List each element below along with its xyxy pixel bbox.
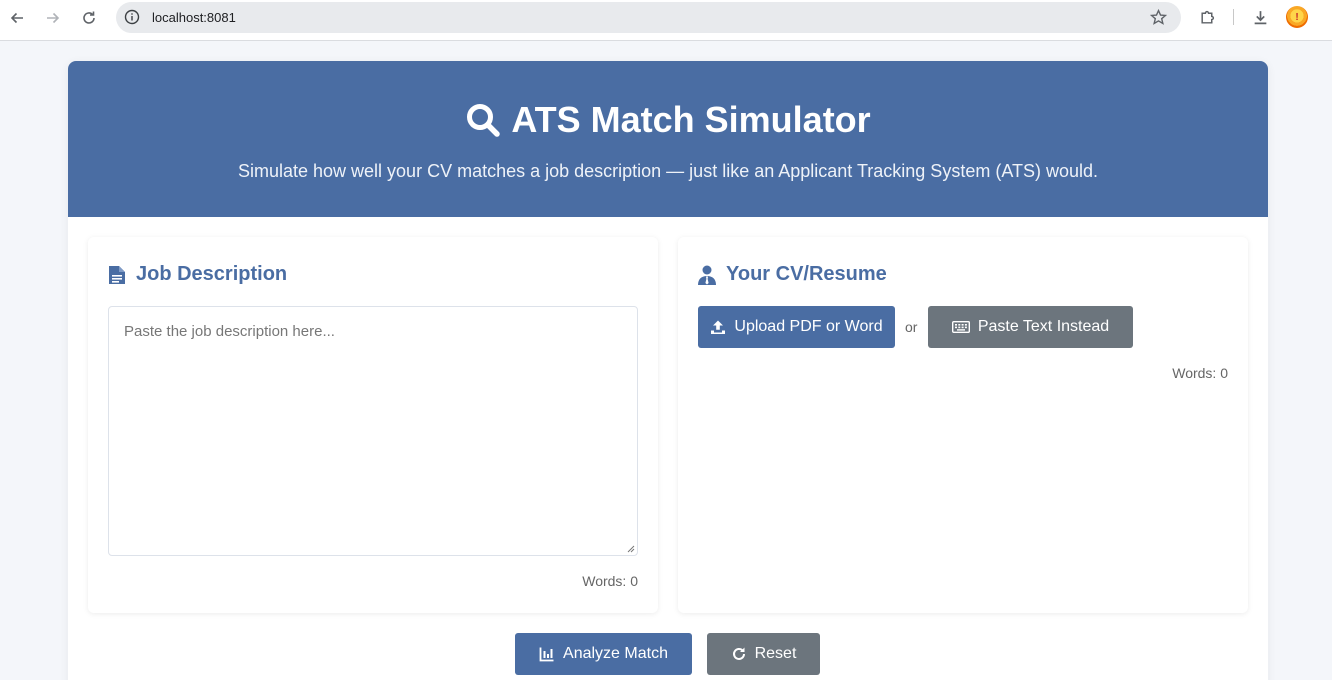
user-tie-icon <box>698 265 716 285</box>
or-separator: or <box>905 319 918 335</box>
url-text[interactable]: localhost:8081 <box>152 10 236 25</box>
cv-heading: Your CV/Resume <box>698 263 887 286</box>
reset-label: Reset <box>754 645 797 662</box>
back-button[interactable] <box>6 7 28 29</box>
toolbar-divider <box>1233 9 1234 25</box>
keyboard-icon <box>951 321 970 333</box>
cv-panel: Your CV/Resume Upload PDF or Word or Pas… <box>678 237 1248 613</box>
document-icon <box>109 265 125 284</box>
app-card: ATS Match Simulator Simulate how well yo… <box>68 61 1268 680</box>
download-icon <box>1254 10 1266 24</box>
reset-button[interactable]: Reset <box>707 633 820 675</box>
job-description-textarea[interactable] <box>108 306 638 556</box>
downloads-button[interactable] <box>1250 7 1270 27</box>
page-title-text: ATS Match Simulator <box>511 99 871 140</box>
resize-handle-icon[interactable] <box>627 545 635 553</box>
cv-word-count: Words: 0 <box>1172 365 1228 381</box>
cv-heading-text: Your CV/Resume <box>726 263 887 285</box>
paste-text-label: Paste Text Instead <box>977 318 1110 335</box>
job-description-heading: Job Description <box>108 263 287 286</box>
arrow-right-icon <box>47 12 60 24</box>
puzzle-icon <box>1200 10 1214 24</box>
page-subtitle: Simulate how well your CV matches a job … <box>237 161 1099 181</box>
job-description-panel: Job Description Words: 0 <box>88 237 658 613</box>
info-icon[interactable] <box>124 9 140 25</box>
upload-cv-label: Upload PDF or Word <box>734 318 883 335</box>
job-description-heading-text: Job Description <box>136 263 288 285</box>
upload-cv-button[interactable]: Upload PDF or Word <box>698 306 895 348</box>
job-description-word-count: Words: 0 <box>582 573 638 589</box>
profile-avatar[interactable]: ! <box>1286 6 1308 28</box>
upload-icon <box>711 320 726 334</box>
extensions-button[interactable] <box>1197 7 1217 27</box>
reload-button[interactable] <box>78 7 100 29</box>
reload-icon <box>83 11 95 24</box>
analyze-match-label: Analyze Match <box>563 645 668 662</box>
redo-icon <box>732 647 745 660</box>
analyze-match-button[interactable]: Analyze Match <box>515 633 692 675</box>
paste-text-button[interactable]: Paste Text Instead <box>928 306 1133 348</box>
page-title: ATS Match Simulator <box>68 99 1268 141</box>
chart-icon <box>539 647 554 662</box>
profile-initial: ! <box>1295 11 1299 23</box>
browser-toolbar: localhost:8081 ! <box>0 0 1332 41</box>
address-bar[interactable]: localhost:8081 <box>116 2 1181 33</box>
forward-button[interactable] <box>42 7 64 29</box>
header-banner: ATS Match Simulator Simulate how well yo… <box>68 61 1268 217</box>
arrow-left-icon <box>10 12 23 24</box>
star-icon[interactable] <box>1150 9 1167 26</box>
search-icon <box>467 104 501 137</box>
